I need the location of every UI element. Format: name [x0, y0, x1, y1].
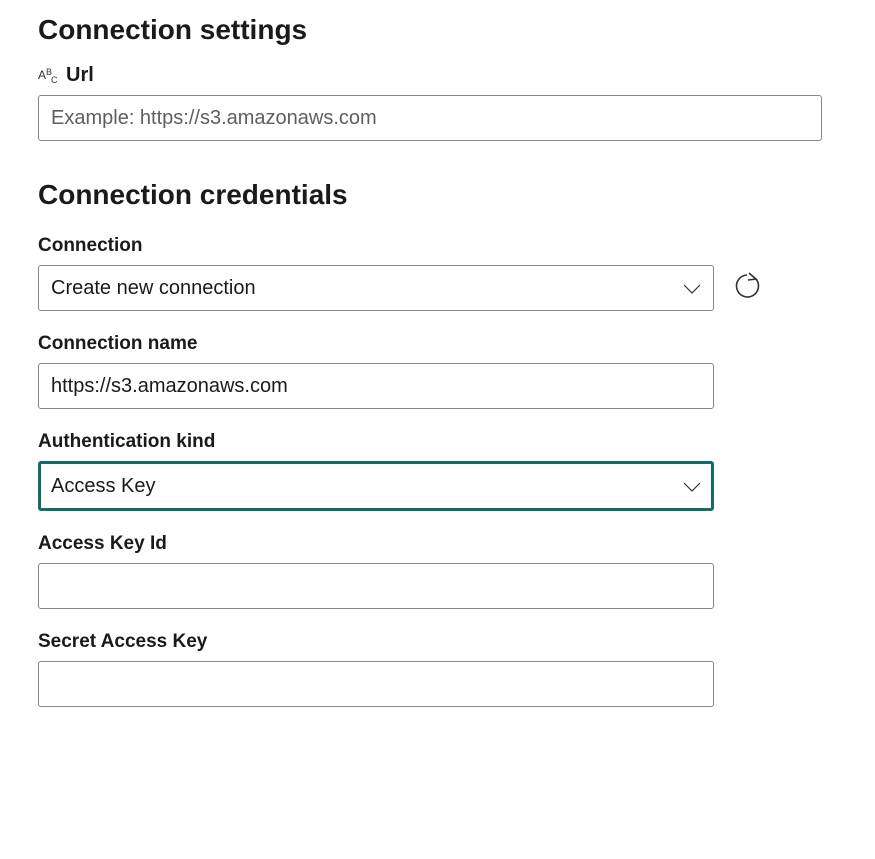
- access-key-id-input[interactable]: [38, 563, 714, 609]
- connection-name-input[interactable]: [38, 363, 714, 409]
- connection-settings-title: Connection settings: [38, 14, 837, 46]
- secret-access-key-input[interactable]: [38, 661, 714, 707]
- chevron-down-icon: [683, 475, 701, 498]
- authentication-kind-value: Access Key: [51, 475, 155, 498]
- url-label: Url: [66, 64, 94, 87]
- connection-name-label: Connection name: [38, 333, 714, 355]
- connection-credentials-title: Connection credentials: [38, 179, 837, 211]
- refresh-icon[interactable]: [732, 271, 762, 306]
- url-input[interactable]: [38, 95, 822, 141]
- connection-select[interactable]: Create new connection: [38, 265, 714, 311]
- url-label-row: A B C Url: [38, 64, 837, 87]
- svg-text:C: C: [51, 75, 58, 85]
- connection-label: Connection: [38, 235, 714, 257]
- authentication-kind-label: Authentication kind: [38, 431, 714, 453]
- chevron-down-icon: [683, 277, 701, 300]
- abc-icon: A B C: [38, 67, 60, 85]
- svg-text:A: A: [38, 68, 46, 82]
- access-key-id-label: Access Key Id: [38, 533, 714, 555]
- secret-access-key-label: Secret Access Key: [38, 631, 714, 653]
- connection-select-value: Create new connection: [51, 277, 256, 300]
- authentication-kind-select[interactable]: Access Key: [38, 461, 714, 511]
